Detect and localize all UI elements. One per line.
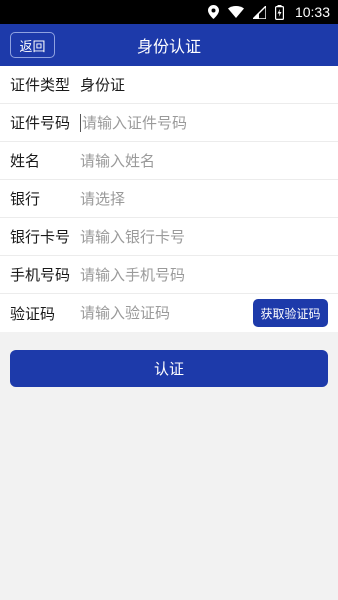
wifi-icon: [227, 6, 244, 18]
status-time: 10:33: [294, 4, 330, 20]
id-type-value[interactable]: 身份证: [80, 74, 125, 95]
page-title: 身份认证: [136, 37, 201, 56]
location-icon: [207, 5, 219, 19]
form-row-verification-code: 验证码 获取验证码: [0, 294, 338, 332]
app-header: 返回 身份认证: [0, 24, 338, 66]
id-type-label: 证件类型: [10, 76, 71, 94]
form-row-phone: 手机号码: [0, 256, 338, 294]
verification-code-input[interactable]: [80, 304, 240, 322]
id-number-label: 证件号码: [10, 114, 71, 132]
form-row-id-number: 证件号码: [0, 104, 338, 142]
identity-form: 证件类型 身份证 证件号码 姓名 银行 银行卡号 手机号码 验证码 获取验证码: [0, 66, 338, 332]
verification-code-label: 验证码: [10, 304, 56, 323]
bank-label: 银行: [10, 190, 41, 208]
back-button[interactable]: 返回: [10, 32, 55, 58]
name-input[interactable]: [80, 151, 280, 170]
name-label: 姓名: [10, 152, 41, 170]
status-bar: 10:33: [0, 0, 338, 24]
card-number-input[interactable]: [80, 227, 280, 246]
card-number-label: 银行卡号: [10, 228, 71, 246]
bank-select[interactable]: [80, 189, 280, 208]
phone-input[interactable]: [80, 265, 280, 284]
get-code-button[interactable]: 获取验证码: [253, 299, 328, 327]
form-row-id-type[interactable]: 证件类型 身份证: [0, 66, 338, 104]
form-row-card-number: 银行卡号: [0, 218, 338, 256]
signal-icon: [252, 5, 266, 19]
id-number-input[interactable]: [82, 113, 282, 132]
battery-icon: [274, 4, 284, 20]
phone-label: 手机号码: [10, 266, 71, 284]
form-row-bank[interactable]: 银行: [0, 180, 338, 218]
form-row-name: 姓名: [0, 142, 338, 180]
text-cursor: [80, 113, 81, 132]
submit-button[interactable]: 认证: [10, 350, 328, 387]
